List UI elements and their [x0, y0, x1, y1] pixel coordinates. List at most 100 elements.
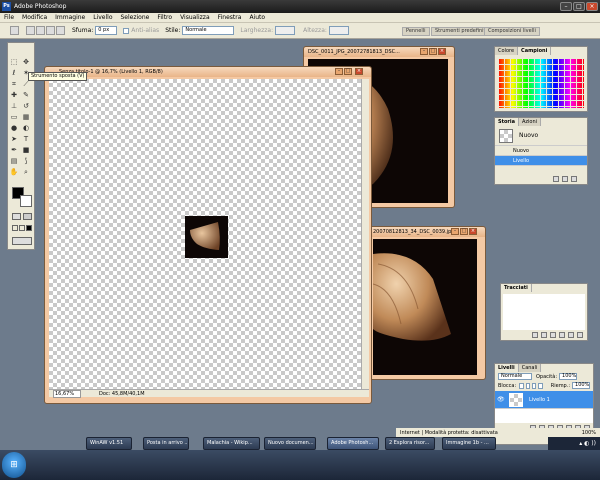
feather-input[interactable]: 0 px — [95, 26, 118, 35]
doc2-minimize-icon[interactable]: – — [420, 48, 428, 55]
well-tab-tool-presets[interactable]: Strumenti predefiniti — [431, 27, 491, 36]
pen-tool-icon[interactable]: ✒ — [9, 146, 19, 155]
browser-zoom[interactable]: 100% — [582, 430, 600, 436]
taskbar-item-immagine[interactable]: Immagine 1b - ... — [442, 437, 496, 450]
menu-immagine[interactable]: Immagine — [51, 13, 89, 23]
fill-path-icon[interactable] — [532, 332, 538, 338]
stroke-path-icon[interactable] — [541, 332, 547, 338]
menu-visualizza[interactable]: Visualizza — [176, 13, 214, 23]
taskbar-item-posta[interactable]: Posta in arrivo ... — [143, 437, 189, 450]
new-document-from-state-icon[interactable] — [553, 176, 559, 182]
slice-tool-icon[interactable]: ⟋ — [21, 80, 31, 89]
close-icon[interactable]: × — [586, 2, 598, 11]
dodge-tool-icon[interactable]: ◐ — [21, 124, 31, 133]
standard-mode-icon[interactable] — [12, 213, 21, 220]
eyedropper-tool-icon[interactable]: ⟆ — [21, 157, 31, 166]
doc2-close-icon[interactable]: × — [438, 48, 446, 55]
doc2-maximize-icon[interactable]: □ — [429, 48, 437, 55]
layer-row-livello-1[interactable]: 👁 Livello 1 — [495, 391, 593, 409]
tab-campioni[interactable]: Campioni — [518, 47, 552, 55]
main-doc-maximize-icon[interactable]: □ — [344, 68, 352, 75]
brush-tool-icon[interactable]: ✎ — [21, 91, 31, 100]
windows-start-icon[interactable]: ⊞ — [2, 452, 26, 478]
crop-tool-icon[interactable]: ⌗ — [9, 80, 19, 89]
history-brush-icon[interactable]: ↺ — [21, 102, 31, 111]
background-color-swatch[interactable] — [20, 195, 32, 207]
screen-mode-standard-icon[interactable] — [12, 225, 18, 231]
make-work-path-icon[interactable] — [559, 332, 565, 338]
width-input[interactable] — [275, 26, 296, 35]
add-selection-icon[interactable] — [36, 26, 45, 35]
new-path-icon[interactable] — [568, 332, 574, 338]
screen-mode-full-menu-icon[interactable] — [19, 225, 25, 231]
paths-list[interactable] — [503, 294, 585, 330]
notes-tool-icon[interactable]: ▤ — [9, 157, 19, 166]
well-tab-brushes[interactable]: Pennelli — [402, 27, 430, 36]
zoom-readout[interactable]: 16,67% — [53, 389, 81, 398]
history-step-livello[interactable]: Livello — [495, 156, 587, 166]
tab-storia[interactable]: Storia — [495, 118, 519, 126]
new-snapshot-icon[interactable] — [562, 176, 568, 182]
eraser-tool-icon[interactable]: ▭ — [9, 113, 19, 122]
delete-path-icon[interactable] — [577, 332, 583, 338]
layer-visibility-eye-icon[interactable]: 👁 — [497, 395, 505, 405]
doc3-minimize-icon[interactable]: – — [451, 228, 459, 235]
doc-size-readout[interactable]: Doc: 45,8M/40,1M — [99, 390, 145, 398]
layer-1-content[interactable] — [185, 216, 228, 258]
gradient-tool-icon[interactable]: ▦ — [21, 113, 31, 122]
menu-file[interactable]: File — [0, 13, 18, 23]
quick-mask-icon[interactable] — [23, 213, 32, 220]
lock-transparency-icon[interactable] — [519, 382, 524, 389]
tab-tracciati[interactable]: Tracciati — [501, 284, 532, 292]
blur-tool-icon[interactable]: ● — [9, 124, 19, 133]
delete-state-icon[interactable] — [571, 176, 577, 182]
taskbar-item-malachia[interactable]: Malachia - Wikip... — [203, 437, 260, 450]
tab-livelli[interactable]: Livelli — [495, 364, 519, 372]
menu-selezione[interactable]: Selezione — [117, 13, 154, 23]
menu-finestra[interactable]: Finestra — [214, 13, 246, 23]
menu-livello[interactable]: Livello — [89, 13, 116, 23]
lock-position-icon[interactable] — [531, 382, 537, 389]
style-select[interactable]: Normale — [182, 26, 235, 35]
taskbar-item-winaw[interactable]: WinAW v1.51 — [86, 437, 132, 450]
new-selection-icon[interactable] — [26, 26, 35, 35]
path-select-tool-icon[interactable]: ➤ — [9, 135, 19, 144]
zoom-tool-icon[interactable]: ⌕ — [21, 168, 31, 177]
jump-to-imageready-icon[interactable] — [12, 237, 32, 245]
antialias-checkbox[interactable] — [123, 27, 130, 34]
shape-tool-icon[interactable]: ■ — [21, 146, 31, 155]
intersect-selection-icon[interactable] — [56, 26, 65, 35]
tab-azioni[interactable]: Azioni — [518, 118, 542, 126]
lock-all-icon[interactable] — [538, 382, 543, 389]
height-input[interactable] — [328, 26, 349, 35]
menu-filtro[interactable]: Filtro — [153, 13, 176, 23]
move-tool-icon[interactable]: ✥ — [21, 58, 31, 67]
canvas[interactable] — [49, 79, 361, 389]
history-snapshot[interactable]: Nuovo — [495, 126, 587, 146]
menu-modifica[interactable]: Modifica — [18, 13, 51, 23]
main-doc-close-icon[interactable]: × — [355, 68, 363, 75]
minimize-icon[interactable]: – — [560, 2, 572, 11]
history-step-nuovo[interactable]: Nuovo — [495, 146, 587, 156]
blend-mode-select[interactable]: Normale — [498, 373, 532, 380]
load-path-as-selection-icon[interactable] — [550, 332, 556, 338]
lasso-tool-icon[interactable]: ℓ — [9, 69, 19, 78]
lock-pixels-icon[interactable] — [525, 382, 530, 389]
healing-tool-icon[interactable]: ✚ — [9, 91, 19, 100]
swatches-grid[interactable] — [498, 58, 584, 108]
doc3-maximize-icon[interactable]: □ — [460, 228, 468, 235]
taskbar-item-photoshop[interactable]: Adobe Photosh... — [327, 437, 379, 450]
fill-input[interactable]: 100% — [572, 382, 591, 389]
subtract-selection-icon[interactable] — [46, 26, 55, 35]
system-tray[interactable]: ▴ ◐ )) — [548, 437, 600, 450]
stamp-tool-icon[interactable]: ⊥ — [9, 102, 19, 111]
type-tool-icon[interactable]: T — [21, 135, 31, 144]
hand-tool-icon[interactable]: ✋ — [9, 168, 19, 177]
canvas-vertical-scrollbar[interactable] — [361, 79, 369, 389]
main-doc-minimize-icon[interactable]: – — [335, 68, 343, 75]
document-main-title[interactable]: Senza titolo-1 @ 16,7% (Livello 1, RGB/8… — [45, 67, 371, 77]
marquee-tool-icon[interactable]: ⬚ — [9, 58, 19, 67]
tab-colore[interactable]: Colore — [495, 47, 519, 55]
menu-aiuto[interactable]: Aiuto — [245, 13, 269, 23]
marquee-preset-icon[interactable] — [10, 26, 19, 35]
